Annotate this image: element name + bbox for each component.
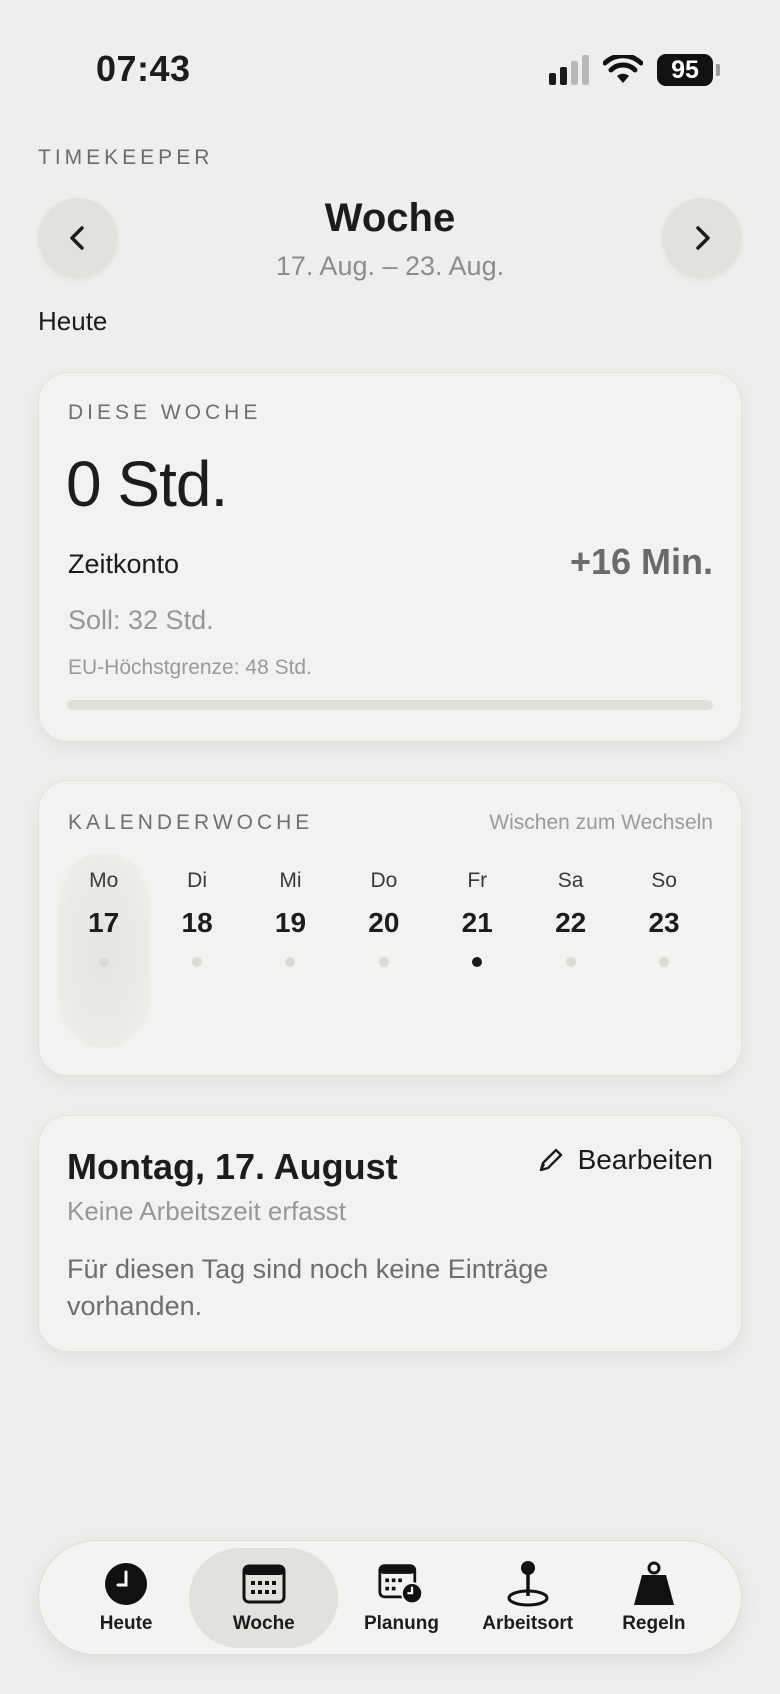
- tab-label: Arbeitsort: [482, 1612, 574, 1634]
- day-name: Mi: [279, 869, 302, 892]
- wifi-icon: [603, 55, 643, 83]
- target-hours: Soll: 32 Std.: [68, 605, 214, 635]
- battery-level: 95: [657, 54, 713, 86]
- time-account-value: +16 Min.: [569, 541, 713, 582]
- today-link[interactable]: Heute: [38, 306, 107, 337]
- location-pin-icon: [505, 1560, 551, 1607]
- entry-indicator-dot: [378, 957, 389, 967]
- entry-indicator-dot: [98, 957, 109, 967]
- chevron-right-icon: [696, 226, 710, 250]
- calendar-icon: [241, 1561, 287, 1607]
- status-indicators: 95: [549, 54, 720, 86]
- day-name: Di: [187, 869, 207, 892]
- week-hours: 0 Std.: [66, 448, 228, 520]
- tab-planung[interactable]: Planung: [338, 1548, 464, 1648]
- tab-regeln[interactable]: Regeln: [591, 1548, 717, 1648]
- screen: 07:43 95 TIMEKEEPER Woche 17. Aug. – 23.…: [0, 0, 780, 1694]
- day-number: 21: [461, 907, 493, 938]
- eu-limit: EU-Höchstgrenze: 48 Std.: [68, 656, 312, 679]
- hours-progress-bar: [67, 700, 713, 710]
- day-name: Fr: [467, 869, 488, 892]
- day-number: 17: [88, 907, 120, 938]
- edit-button-label: Bearbeiten: [577, 1144, 713, 1175]
- week-day-fr[interactable]: Fr 21: [431, 853, 524, 1048]
- day-detail-title: Montag, 17. August: [67, 1146, 398, 1187]
- day-detail-card: Montag, 17. August Bearbeiten Keine Arbe…: [38, 1115, 742, 1352]
- week-day-sa[interactable]: Sa 22: [524, 853, 617, 1048]
- week-day-mi[interactable]: Mi 19: [244, 853, 337, 1048]
- calendar-clock-icon: [378, 1561, 424, 1607]
- day-name: Mo: [89, 869, 119, 892]
- day-detail-subtitle: Keine Arbeitszeit erfasst: [67, 1196, 346, 1226]
- time-account-label: Zeitkonto: [68, 549, 180, 579]
- edit-button[interactable]: Bearbeiten: [538, 1144, 713, 1176]
- clock-icon: [103, 1561, 149, 1607]
- tab-woche[interactable]: Woche: [189, 1547, 339, 1648]
- battery-indicator: 95: [657, 54, 720, 86]
- tab-bar: Heute Woche Planung Arbeitsort Regeln: [38, 1540, 742, 1655]
- cellular-signal-icon: [549, 55, 589, 85]
- tab-label: Heute: [99, 1612, 153, 1634]
- day-name: Sa: [557, 869, 584, 892]
- week-day-so[interactable]: So 23: [617, 853, 710, 1048]
- day-number: 19: [274, 907, 307, 938]
- tab-heute[interactable]: Heute: [63, 1548, 189, 1648]
- tab-arbeitsort[interactable]: Arbeitsort: [465, 1548, 591, 1648]
- week-day-do[interactable]: Do 20: [337, 853, 430, 1048]
- day-detail-message: Für diesen Tag sind noch keine Einträge …: [67, 1254, 549, 1321]
- day-number: 23: [648, 907, 680, 938]
- entry-indicator-dot: [192, 957, 203, 967]
- weight-icon: [631, 1561, 677, 1607]
- day-name: So: [651, 869, 677, 892]
- entry-indicator-dot: [472, 957, 483, 967]
- tab-label: Woche: [232, 1612, 295, 1634]
- battery-tip: [716, 64, 720, 76]
- week-summary-card: DIESE WOCHE 0 Std. Zeitkonto +16 Min. So…: [38, 372, 742, 742]
- day-number: 22: [555, 907, 587, 938]
- week-day-strip: Mo 17 Di 18 Mi 19 Do 20 Fr 21 Sa 22 So 23: [57, 853, 723, 1048]
- week-day-mo[interactable]: Mo 17: [57, 853, 151, 1048]
- app-label: TIMEKEEPER: [38, 146, 214, 169]
- calendar-week-eyebrow: KALENDERWOCHE: [68, 811, 314, 834]
- day-number: 18: [181, 907, 213, 938]
- entry-indicator-dot: [565, 957, 576, 967]
- tab-label: Regeln: [622, 1612, 686, 1634]
- day-number: 20: [368, 907, 400, 938]
- date-range: 17. Aug. – 23. Aug.: [275, 251, 505, 281]
- week-day-di[interactable]: Di 18: [150, 853, 243, 1048]
- status-time: 07:43: [96, 48, 191, 89]
- pencil-icon: [539, 1148, 562, 1172]
- day-name: Do: [370, 869, 398, 892]
- calendar-week-card: KALENDERWOCHE Wischen zum Wechseln Mo 17 D…: [38, 780, 742, 1076]
- entry-indicator-dot: [659, 957, 670, 967]
- next-week-button[interactable]: [662, 198, 742, 278]
- tab-label: Planung: [363, 1612, 439, 1634]
- swipe-hint: Wischen zum Wechseln: [489, 811, 713, 834]
- week-summary-eyebrow: DIESE WOCHE: [68, 401, 262, 424]
- entry-indicator-dot: [285, 957, 296, 967]
